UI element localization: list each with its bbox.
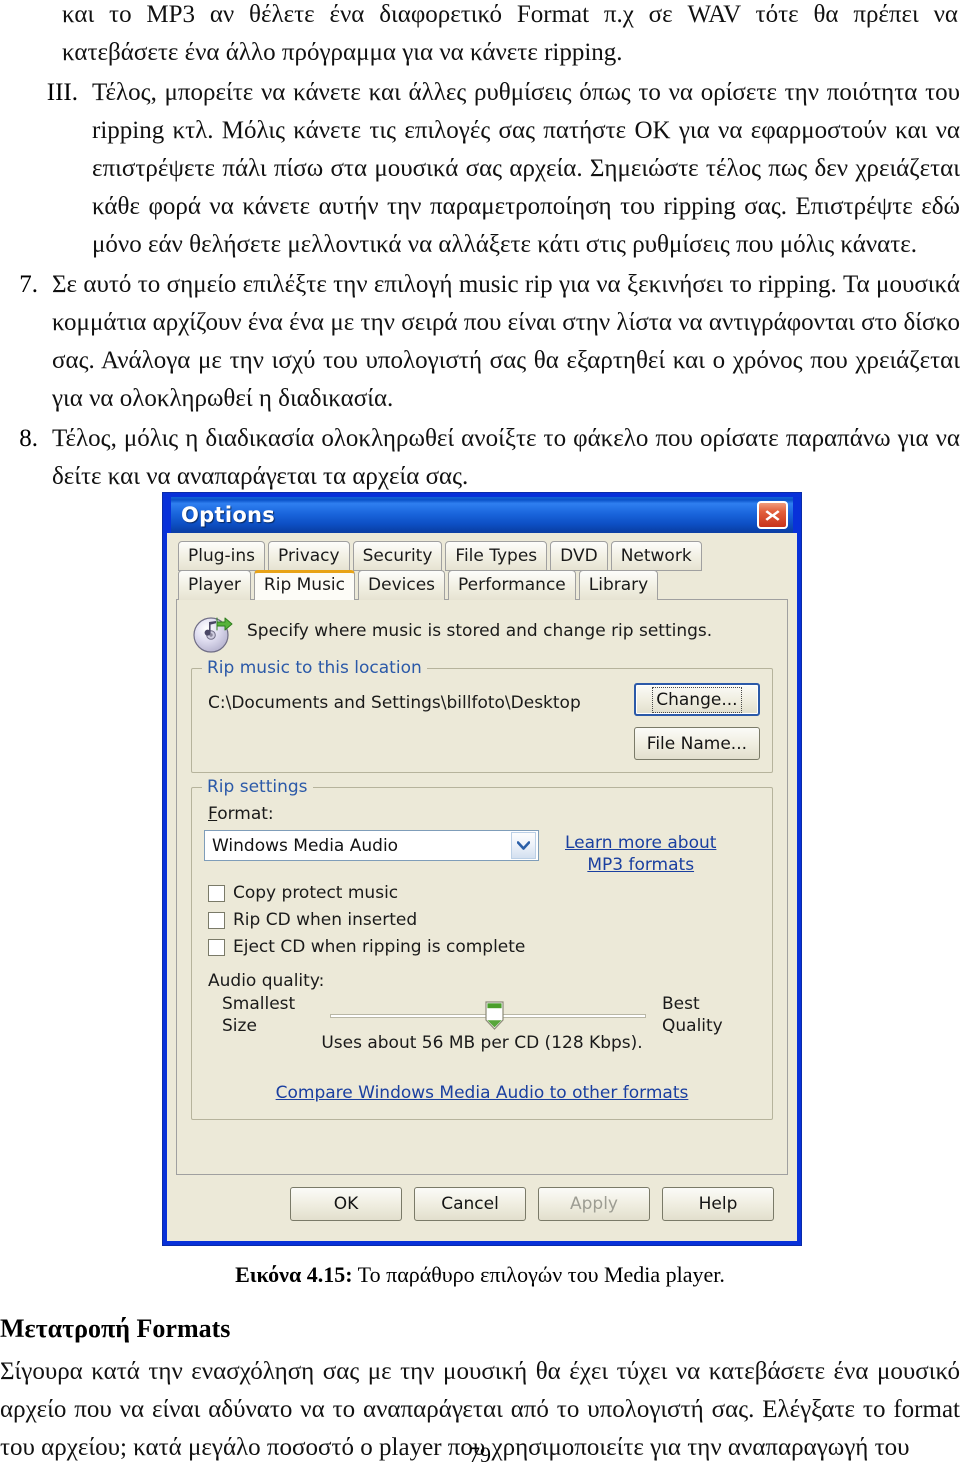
rip-settings-legend: Rip settings (202, 777, 313, 797)
paragraph-continuation: και το MP3 αν θέλετε ένα διαφορετικό For… (62, 1, 958, 66)
dialog-footer: OK Cancel Apply Help (176, 1175, 788, 1221)
copy-protect-music-label: Copy protect music (233, 883, 399, 903)
audio-quality-slider[interactable] (330, 995, 646, 1035)
list-marker: 7. (19, 271, 38, 298)
format-label: Format: (208, 804, 274, 824)
tab-plug-ins[interactable]: Plug-ins (178, 541, 266, 571)
copy-protect-music-checkbox-row[interactable]: Copy protect music (208, 883, 760, 903)
eject-cd-when-complete-checkbox-row[interactable]: Eject CD when ripping is complete (208, 937, 760, 957)
tab-privacy[interactable]: Privacy (268, 541, 350, 571)
learn-more-link[interactable]: Learn more about MP3 formats (565, 830, 716, 876)
slider-max-label: Best Quality (662, 993, 754, 1037)
format-select[interactable]: Windows Media Audio (204, 830, 539, 861)
figure-caption-text: Το παράθυρο επιλογών του Media player. (352, 1262, 725, 1287)
list-item-text: Τέλος, μπορείτε να κάνετε και άλλες ρυθμ… (92, 79, 960, 258)
figure-caption-label: Εικόνα 4.15: (235, 1262, 353, 1287)
tab-row-top: Plug-ins Privacy Security File Types DVD… (176, 541, 788, 571)
tab-player[interactable]: Player (178, 570, 251, 600)
slider-thumb[interactable] (485, 1001, 504, 1034)
learn-more-line-1: Learn more about (565, 833, 717, 853)
compare-formats-link-label: Compare Windows Media Audio to other for… (275, 1083, 689, 1103)
rip-location-group: Rip music to this location C:\Documents … (191, 658, 773, 773)
list-item-roman: III. Τέλος, μπορείτε να κάνετε και άλλες… (0, 74, 960, 264)
tab-security[interactable]: Security (352, 541, 443, 571)
list-marker: III. (46, 79, 78, 106)
rip-cd-when-inserted-checkbox[interactable] (208, 911, 225, 929)
dialog-titlebar[interactable]: Options (167, 493, 797, 533)
options-dialog: Options Plug-ins Privacy Security File T… (163, 493, 801, 1245)
rip-location-path: C:\Documents and Settings\billfoto\Deskt… (208, 693, 581, 713)
tab-library[interactable]: Library (578, 570, 659, 600)
change-button[interactable]: Change... (633, 683, 760, 716)
panel-header: Specify where music is stored and change… (191, 612, 775, 656)
audio-quality-label: Audio quality: (208, 971, 325, 991)
section-heading: Μετατροπή Formats (0, 1314, 231, 1343)
slider-min-label: Smallest Size (222, 993, 314, 1037)
apply-button-label: Apply (570, 1194, 618, 1214)
compare-formats-link[interactable]: Compare Windows Media Audio to other for… (204, 1083, 760, 1103)
rip-cd-when-inserted-checkbox-row[interactable]: Rip CD when inserted (208, 910, 760, 930)
ok-button-label: OK (333, 1194, 359, 1214)
tab-file-types[interactable]: File Types (445, 541, 548, 571)
rip-settings-group: Rip settings Format: Windows Media Audio… (191, 777, 773, 1120)
slider-min-label-line2: Size (222, 1016, 257, 1036)
close-icon[interactable] (757, 501, 788, 529)
ok-button[interactable]: OK (290, 1187, 402, 1221)
audio-quality-slider-row: Smallest Size Best Quality (204, 993, 760, 1037)
tab-dvd[interactable]: DVD (550, 541, 608, 571)
slider-max-label-line2: Quality (662, 1016, 723, 1036)
dialog-title: Options (181, 503, 276, 527)
slider-max-label-line1: Best (662, 994, 700, 1014)
rip-location-legend: Rip music to this location (202, 658, 427, 678)
tab-network[interactable]: Network (610, 541, 702, 571)
chevron-down-icon[interactable] (511, 832, 536, 859)
list-item-text: Τέλος, μόλις η διαδικασία ολοκληρωθεί αν… (52, 425, 960, 490)
rip-cd-when-inserted-label: Rip CD when inserted (233, 910, 418, 930)
tab-row-bottom: Player Rip Music Devices Performance Lib… (176, 570, 788, 600)
apply-button: Apply (538, 1187, 650, 1221)
list-item-8: 8. Τέλος, μόλις η διαδικασία ολοκληρωθεί… (0, 420, 960, 496)
learn-more-line-2: MP3 formats (587, 855, 695, 875)
figure-caption: Εικόνα 4.15: Το παράθυρο επιλογών του Me… (0, 1260, 960, 1290)
file-name-button-label: File Name... (646, 733, 747, 754)
rip-music-panel: Specify where music is stored and change… (176, 599, 788, 1175)
document-page: και το MP3 αν θέλετε ένα διαφορετικό For… (0, 0, 960, 496)
tab-rip-music[interactable]: Rip Music (253, 570, 356, 600)
dialog-body: Plug-ins Privacy Security File Types DVD… (167, 533, 797, 1221)
eject-cd-when-complete-checkbox[interactable] (208, 938, 225, 956)
cancel-button[interactable]: Cancel (414, 1187, 526, 1221)
list-item-text: Σε αυτό το σημείο επιλέξτε την επιλογή m… (52, 271, 960, 412)
help-button-label: Help (698, 1194, 738, 1214)
tab-devices[interactable]: Devices (358, 570, 446, 600)
list-item-7: 7. Σε αυτό το σημείο επιλέξτε την επιλογ… (0, 266, 960, 418)
copy-protect-music-checkbox[interactable] (208, 884, 225, 902)
change-button-label: Change... (652, 686, 742, 713)
cancel-button-label: Cancel (441, 1194, 499, 1214)
tab-performance[interactable]: Performance (448, 570, 576, 600)
format-select-value: Windows Media Audio (212, 835, 399, 856)
help-button[interactable]: Help (662, 1187, 774, 1221)
list-marker: 8. (19, 425, 38, 452)
panel-header-text: Specify where music is stored and change… (247, 621, 713, 641)
rip-cd-icon (191, 612, 235, 656)
slider-min-label-line1: Smallest (222, 994, 296, 1014)
file-name-button[interactable]: File Name... (633, 727, 760, 760)
page-number: 79 (469, 1442, 491, 1467)
eject-cd-when-complete-label: Eject CD when ripping is complete (233, 937, 526, 957)
